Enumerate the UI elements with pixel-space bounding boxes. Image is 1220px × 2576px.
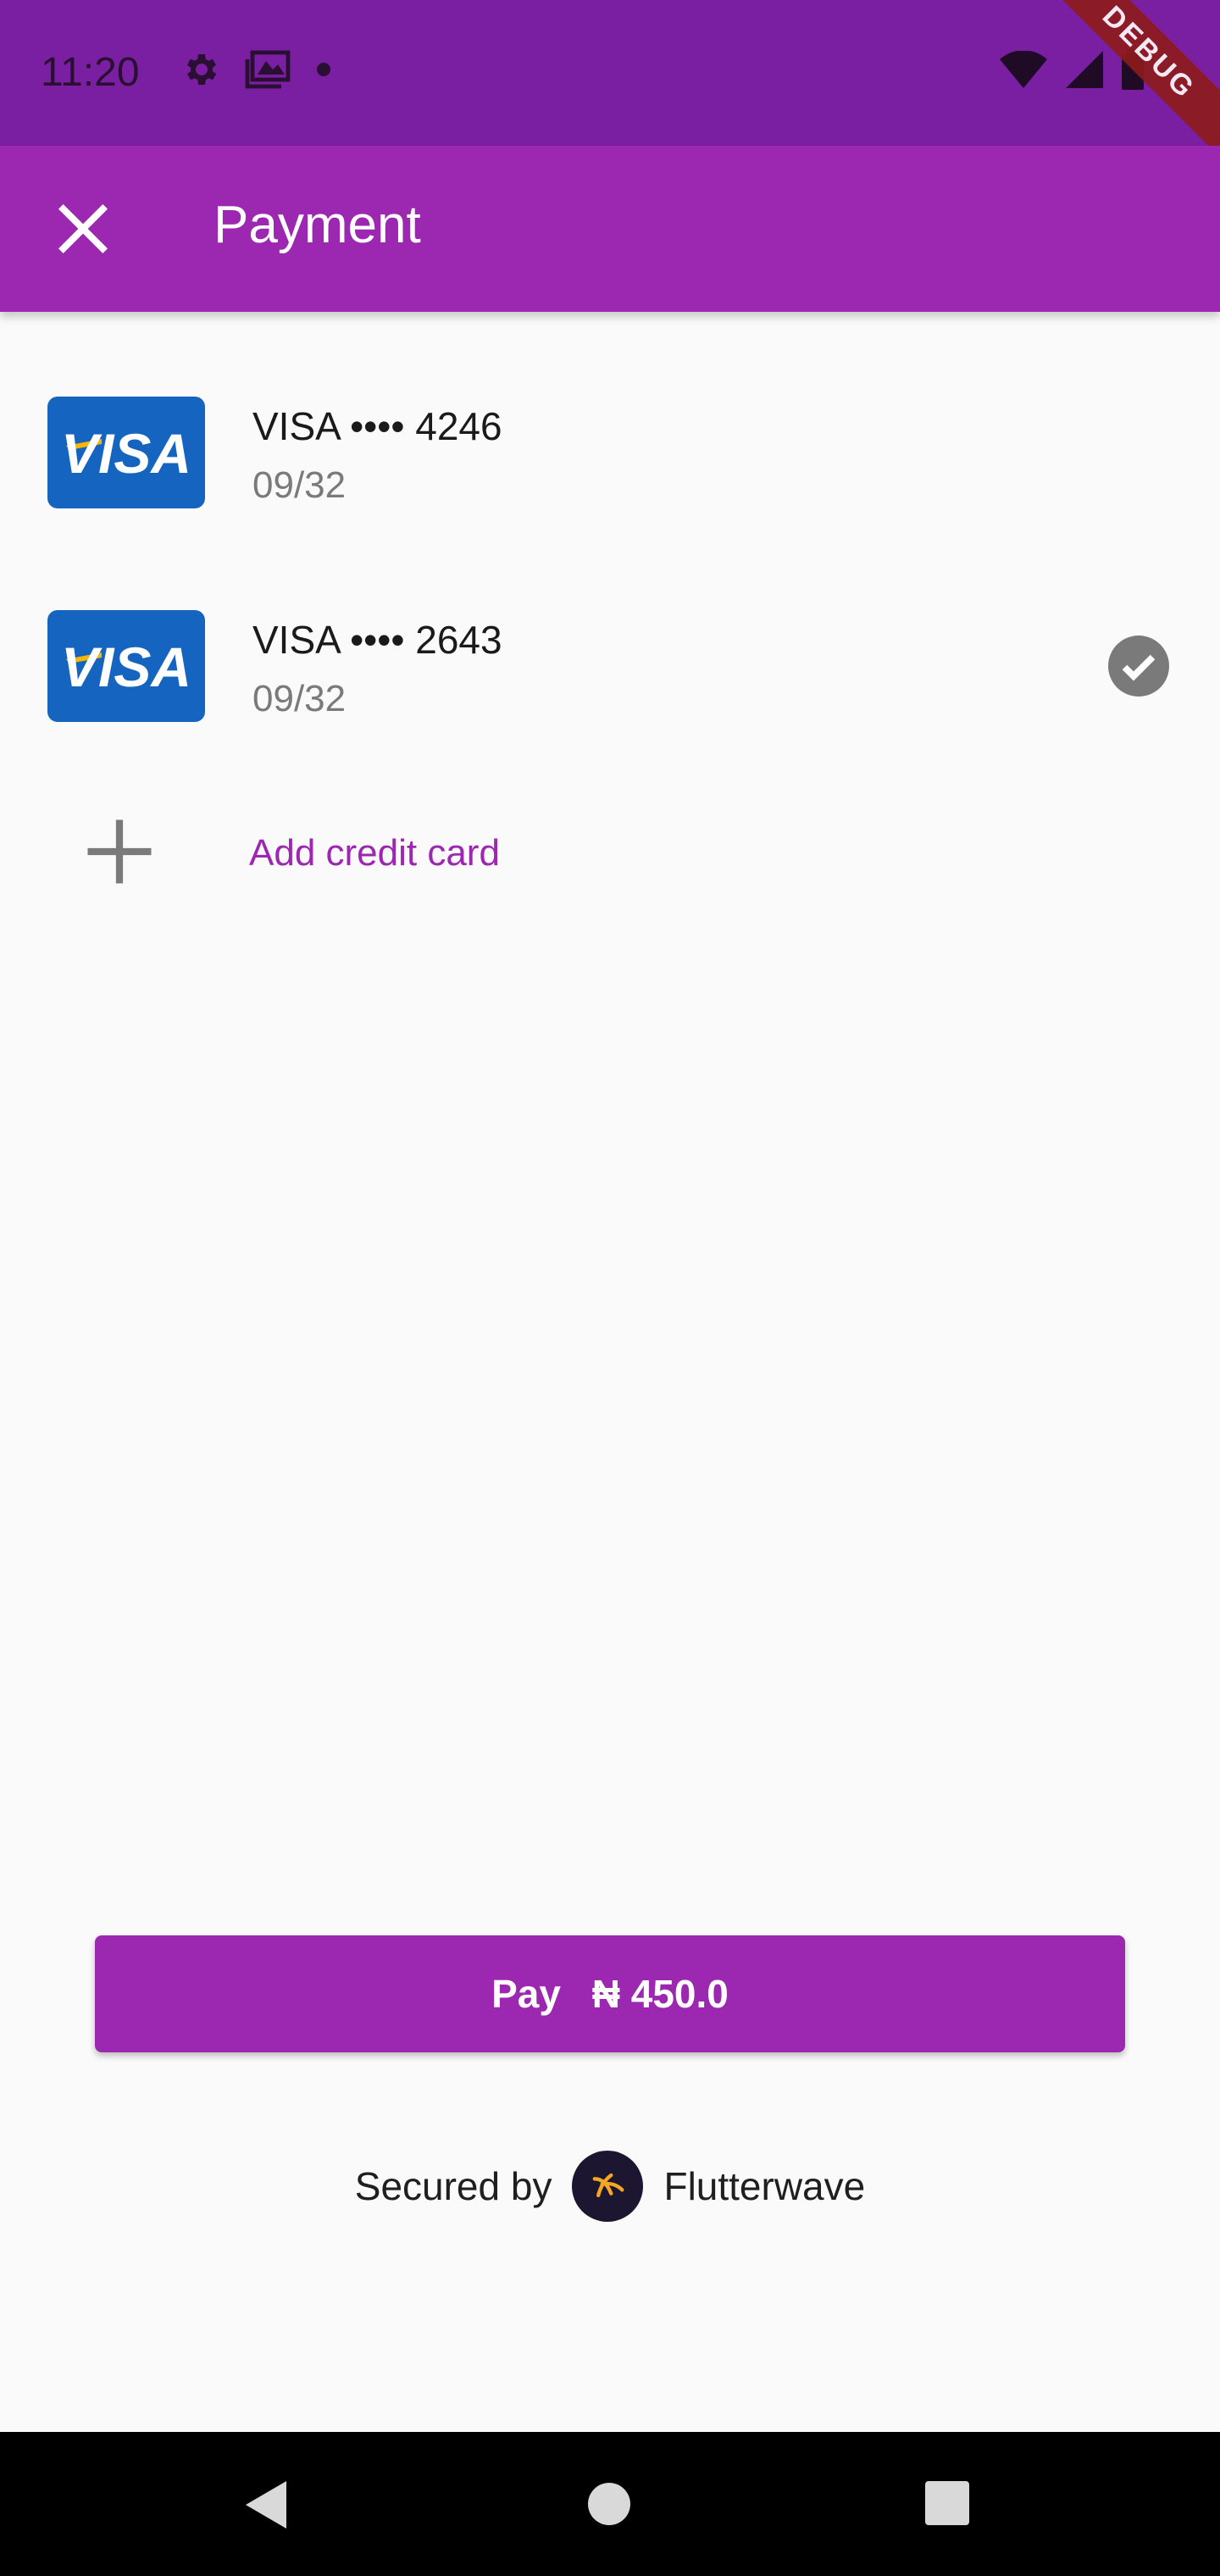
visa-brand-text: VISA bbox=[61, 422, 191, 485]
status-time: 11:20 bbox=[41, 50, 140, 95]
dot-icon bbox=[317, 63, 330, 76]
saved-card-row[interactable]: VISA VISA •••• 4246 09/32 bbox=[0, 397, 1220, 583]
close-icon bbox=[58, 204, 108, 253]
secured-by-text: Secured by bbox=[354, 2164, 552, 2208]
app-bar: Payment bbox=[0, 146, 1220, 312]
provider-name: Flutterwave bbox=[663, 2164, 866, 2208]
status-bar: 11:20 DEBUG bbox=[0, 0, 1220, 178]
saved-card-row[interactable]: VISA VISA •••• 2643 09/32 bbox=[0, 610, 1220, 797]
card-number: VISA •••• 2643 bbox=[252, 618, 502, 662]
check-circle-icon bbox=[1108, 636, 1169, 697]
add-credit-card-label: Add credit card bbox=[249, 832, 500, 874]
home-icon[interactable] bbox=[588, 2483, 630, 2525]
recents-icon[interactable] bbox=[925, 2481, 969, 2525]
visa-logo: VISA bbox=[47, 397, 205, 508]
pay-label: Pay bbox=[491, 1972, 561, 2016]
page-title: Payment bbox=[214, 196, 421, 254]
card-number: VISA •••• 4246 bbox=[252, 404, 502, 448]
card-expiry: 09/32 bbox=[252, 464, 347, 506]
visa-logo: VISA bbox=[47, 610, 205, 722]
back-icon[interactable] bbox=[242, 2478, 290, 2532]
pay-amount: ₦ 450.0 bbox=[591, 1972, 729, 2016]
visa-brand-text: VISA bbox=[61, 636, 191, 698]
pay-button[interactable]: Pay ₦ 450.0 bbox=[95, 1935, 1125, 2052]
settings-icon bbox=[186, 54, 217, 85]
add-credit-card-row[interactable]: Add credit card bbox=[0, 813, 1220, 898]
status-icons-left bbox=[180, 49, 332, 90]
plus-icon bbox=[87, 819, 152, 884]
wifi-icon bbox=[1000, 51, 1047, 88]
gallery-icon bbox=[245, 50, 291, 89]
secured-by-footer: Secured by Flutterwave bbox=[0, 2144, 1220, 2229]
signal-icon bbox=[1066, 51, 1103, 88]
flutterwave-logo-icon bbox=[572, 2151, 644, 2222]
system-nav-bar bbox=[0, 2432, 1220, 2576]
card-expiry: 09/32 bbox=[252, 678, 347, 719]
close-button[interactable] bbox=[49, 195, 117, 263]
